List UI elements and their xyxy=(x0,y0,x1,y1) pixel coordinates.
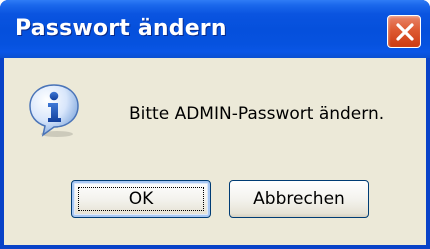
close-icon xyxy=(396,23,414,41)
dialog-window: Passwort ändern Bitte ADMIN-Passwort änd… xyxy=(0,0,430,249)
ok-button[interactable]: OK xyxy=(71,180,211,218)
dialog-body: Bitte ADMIN-Passwort ändern. OK Abbreche… xyxy=(4,58,426,245)
focus-rectangle xyxy=(78,187,204,211)
close-button[interactable] xyxy=(387,15,421,48)
information-icon xyxy=(29,84,79,137)
dialog-message: Bitte ADMIN-Passwort ändern. xyxy=(129,104,385,124)
dialog-title: Passwort ändern xyxy=(15,16,227,41)
cancel-button[interactable]: Abbrechen xyxy=(229,180,369,218)
title-bar[interactable]: Passwort ändern xyxy=(0,0,430,58)
cancel-button-label: Abbrechen xyxy=(253,189,345,209)
